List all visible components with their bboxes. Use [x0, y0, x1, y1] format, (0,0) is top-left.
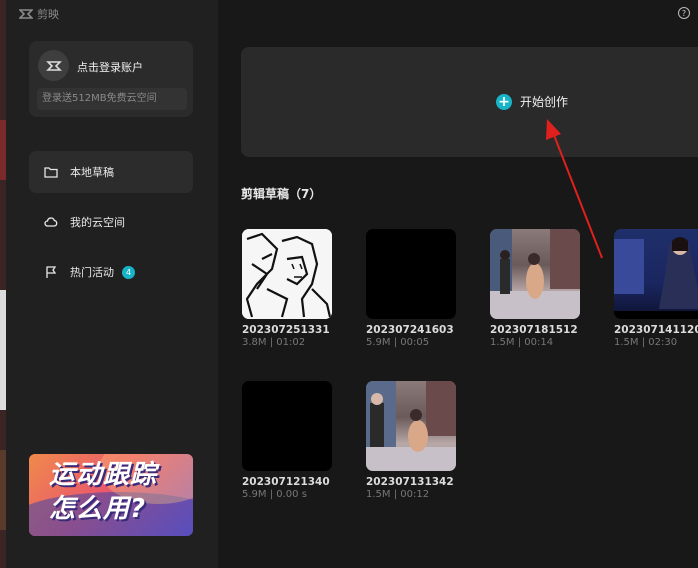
avatar[interactable] — [38, 50, 69, 81]
draft-meta: 1.5M | 00:14 — [490, 337, 554, 348]
sidebar-item-label: 热门活动 — [70, 266, 114, 279]
draft-name: 202307141120 — [614, 324, 698, 336]
draft-meta: 3.8M | 01:02 — [242, 337, 306, 348]
cloud-icon — [44, 217, 58, 227]
draft-card[interactable]: 202307241603 5.9M | 00:05 — [366, 229, 456, 348]
draft-card[interactable]: 202307131342 1.5M | 00:12 — [366, 381, 456, 500]
flag-icon — [46, 266, 57, 278]
room-scene-thumbnail-image — [366, 381, 456, 471]
capcut-avatar-icon — [45, 60, 62, 71]
drafts-section-title: 剪辑草稿（7） — [241, 187, 322, 201]
sidebar-item-label: 本地草稿 — [70, 166, 114, 179]
promo-banner[interactable]: 运动跟踪 怎么用? — [29, 454, 193, 536]
draft-name: 202307121340 — [242, 476, 330, 488]
sidebar: 剪映 点击登录账户 登录送512MB免费云空间 本地草稿 我的云空间 热门活动 … — [0, 0, 218, 568]
app-brand: 剪映 — [19, 6, 59, 22]
login-title[interactable]: 点击登录账户 — [77, 59, 143, 75]
start-creation-label-group[interactable]: + 开始创作 — [496, 93, 568, 110]
blue-scene-thumbnail-image — [614, 237, 698, 319]
notification-badge: 4 — [122, 265, 135, 279]
promo-title: 运动跟踪 怎么用? — [49, 458, 157, 526]
folder-icon — [44, 167, 58, 178]
promo-line-2: 怎么用? — [49, 494, 147, 524]
room-scene-thumbnail-image — [490, 229, 580, 319]
plus-icon: + — [496, 93, 512, 110]
draft-name: 202307131342 — [366, 476, 454, 488]
draft-meta: 5.9M | 00:05 — [366, 337, 430, 348]
draft-name: 202307241603 — [366, 324, 454, 336]
draft-name: 202307181512 — [490, 324, 578, 336]
sidebar-item-hot-events[interactable]: 热门活动 4 — [29, 251, 193, 293]
draft-thumbnail[interactable] — [242, 381, 332, 471]
draft-meta: 1.5M | 02:30 — [614, 337, 678, 348]
app-name: 剪映 — [37, 8, 59, 21]
draft-card[interactable]: 202307181512 1.5M | 00:14 — [490, 229, 580, 348]
sidebar-item-local-drafts[interactable]: 本地草稿 — [29, 151, 193, 193]
draft-thumbnail[interactable] — [366, 229, 456, 319]
draft-name: 202307251331 — [242, 324, 330, 336]
start-creation-button[interactable] — [241, 47, 698, 157]
start-creation-label: 开始创作 — [520, 95, 569, 109]
draft-thumbnail[interactable] — [490, 229, 580, 319]
account-card[interactable]: 点击登录账户 登录送512MB免费云空间 — [29, 41, 193, 117]
background-window-edge — [0, 0, 6, 568]
draft-thumbnail[interactable] — [242, 229, 332, 319]
sidebar-item-label: 我的云空间 — [70, 216, 125, 229]
draft-card[interactable]: 202307121340 5.9M | 0.00 s — [242, 381, 332, 500]
draft-thumbnail[interactable] — [614, 229, 698, 319]
sketch-thumbnail-image — [242, 229, 332, 319]
help-icon[interactable]: ? — [678, 7, 690, 19]
login-promo-text[interactable]: 登录送512MB免费云空间 — [37, 88, 187, 110]
draft-card[interactable]: 202307141120 1.5M | 02:30 — [614, 229, 698, 348]
draft-thumbnail[interactable] — [366, 381, 456, 471]
capcut-logo-icon — [19, 9, 33, 19]
draft-meta: 5.9M | 0.00 s — [242, 489, 307, 500]
sidebar-item-cloud-space[interactable]: 我的云空间 — [29, 201, 193, 243]
promo-line-1: 运动跟踪 — [49, 460, 158, 490]
draft-meta: 1.5M | 00:12 — [366, 489, 430, 500]
draft-card[interactable]: 202307251331 3.8M | 01:02 — [242, 229, 332, 348]
